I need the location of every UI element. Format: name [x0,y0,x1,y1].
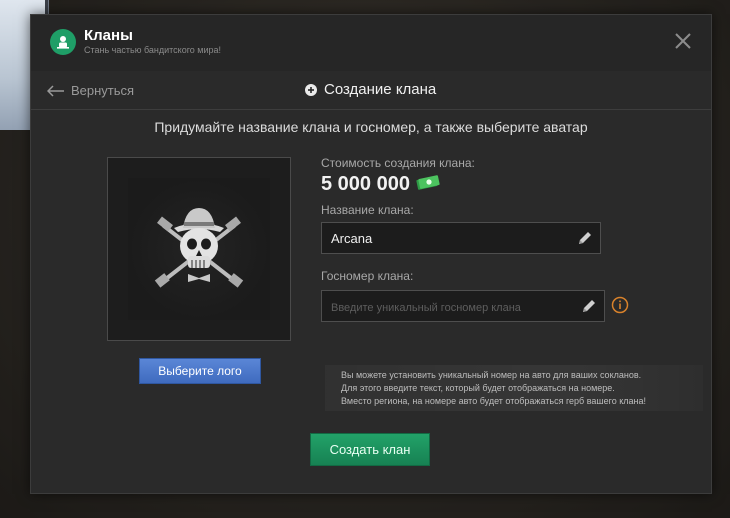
clan-name-label: Название клана: [321,203,414,217]
plate-field [321,290,605,322]
plate-hint: Вы можете установить уникальный номер на… [325,365,703,411]
create-clan-title: Создание клана [324,81,437,98]
modal-title: Кланы [84,27,133,44]
cost-label: Стоимость создания клана: [321,156,475,170]
plate-label: Госномер клана: [321,269,414,283]
clan-name-input[interactable] [322,223,571,253]
close-icon[interactable] [673,31,693,51]
hint-line: Для этого введите текст, который будет о… [341,383,615,393]
plus-circle-icon [305,83,317,96]
info-icon[interactable] [611,296,629,319]
select-logo-button[interactable]: Выберите лого [139,358,261,384]
plate-input[interactable] [322,291,571,321]
avatar-image [128,178,270,320]
hint-line: Вместо региона, на номере авто будет ото… [341,396,646,406]
create-clan-heading: Создание клана [305,81,436,98]
clan-name-field [321,222,601,254]
create-clan-button[interactable]: Создать клан [310,433,430,466]
money-icon [416,173,440,196]
skull-gangster-icon [154,208,244,288]
back-label: Вернуться [71,83,135,98]
hint-line: Вы можете установить уникальный номер на… [341,370,642,380]
modal-toolbar: Вернуться Создание клана [31,71,711,110]
back-button[interactable]: Вернуться [47,83,134,98]
pencil-icon[interactable] [581,298,597,319]
arrow-left-icon [47,84,64,97]
clans-modal: Кланы Стань частью бандитского мира! Вер… [30,14,712,494]
clan-logo-icon [50,29,76,55]
pencil-icon[interactable] [577,230,593,251]
modal-subtitle: Стань частью бандитского мира! [84,45,222,55]
modal-header: Кланы Стань частью бандитского мира! [31,15,711,71]
cost-value: 5 000 000 [321,173,410,195]
avatar-preview [107,157,291,341]
cost-value-wrap: 5 000 000 [321,173,440,196]
instruction-text: Придумайте название клана и госномер, а … [154,119,588,135]
